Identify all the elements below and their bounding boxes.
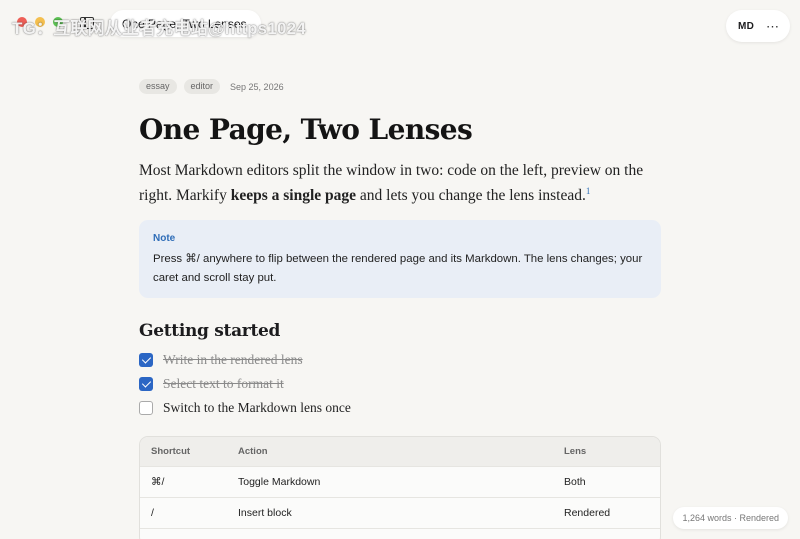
page-title[interactable]: One Page, Two Lenses: [139, 113, 661, 147]
table-row[interactable]: ⌘/ Toggle Markdown Both: [140, 466, 660, 497]
footnote-link[interactable]: 1: [586, 186, 591, 196]
table-row[interactable]: / Insert block Rendered: [140, 497, 660, 528]
table-row[interactable]: [140, 528, 660, 539]
task-item: Write in the rendered lens: [139, 348, 661, 372]
top-right-controls: MD ⋯: [726, 10, 790, 42]
task-item: Switch to the Markdown lens once: [139, 396, 661, 420]
document-date: Sep 25, 2026: [230, 81, 284, 92]
callout-text: Press ⌘/ anywhere to flip between the re…: [153, 253, 643, 284]
table-cell: Both: [564, 476, 586, 488]
task-checkbox-checked[interactable]: [139, 353, 153, 367]
table-header-row: Shortcut Action Lens: [140, 437, 660, 466]
status-pill: 1,264 words · Rendered: [673, 507, 788, 529]
minimize-window-button[interactable]: [35, 17, 45, 27]
table-cell: Insert block: [238, 507, 292, 519]
close-window-button[interactable]: [17, 17, 27, 27]
table-cell: ⌘/: [151, 476, 165, 488]
more-icon[interactable]: ⋯: [766, 20, 780, 33]
lead-paragraph[interactable]: Most Markdown editors split the window i…: [139, 158, 669, 208]
section-heading[interactable]: Getting started: [139, 320, 661, 342]
task-label[interactable]: Select text to format it: [163, 376, 284, 392]
tag[interactable]: editor: [183, 79, 221, 94]
column-header: Lens: [564, 446, 587, 457]
lead-bold-text: keeps a single page: [230, 187, 357, 204]
column-header: Action: [238, 446, 268, 457]
document-meta: essay editor Sep 25, 2026: [139, 78, 661, 95]
task-checkbox-unchecked[interactable]: [139, 401, 153, 415]
task-checkbox-checked[interactable]: [139, 377, 153, 391]
document: essay editor Sep 25, 2026 One Page, Two …: [139, 78, 661, 539]
column-header: Shortcut: [151, 446, 191, 457]
window-title: One Page, Two Lenses: [122, 16, 247, 31]
task-item: Select text to format it: [139, 372, 661, 396]
window-controls: [17, 17, 63, 27]
document-title-pill[interactable]: One Page, Two Lenses: [110, 10, 261, 37]
table-cell: Toggle Markdown: [238, 476, 321, 488]
shortcuts-table: Shortcut Action Lens ⌘/ Toggle Markdown …: [139, 436, 661, 539]
sidebar-toggle-button[interactable]: [75, 11, 99, 35]
zoom-window-button[interactable]: [53, 17, 63, 27]
task-list: Write in the rendered lens Select text t…: [139, 348, 661, 420]
callout-label: Note: [153, 233, 176, 244]
lead-text-end: and lets you change the lens instead.: [356, 187, 586, 204]
table-cell: /: [151, 507, 154, 519]
task-label[interactable]: Switch to the Markdown lens once: [163, 400, 351, 416]
tag[interactable]: essay: [139, 79, 177, 94]
markdown-lens-toggle[interactable]: MD: [738, 21, 754, 32]
task-label[interactable]: Write in the rendered lens: [163, 352, 303, 368]
table-cell: Rendered: [564, 507, 611, 519]
sidebar-icon: [80, 17, 94, 29]
note-callout[interactable]: Note Press ⌘/ anywhere to flip between t…: [139, 220, 661, 298]
